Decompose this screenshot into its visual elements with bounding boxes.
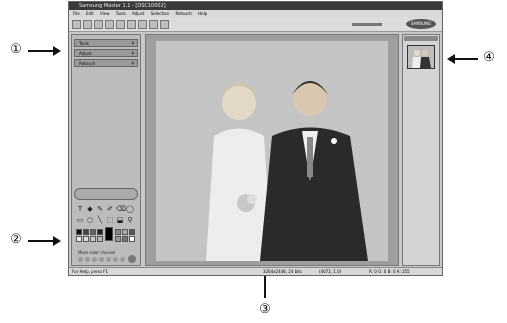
lasso-tool-icon[interactable]: ◯ <box>126 205 134 213</box>
text-tool-icon[interactable]: T <box>76 205 84 213</box>
rect-tool-icon[interactable]: ▭ <box>76 216 84 224</box>
callout-2: ② <box>10 232 22 247</box>
color-swatch[interactable] <box>76 236 82 242</box>
stamp-tool-icon[interactable]: ⚲ <box>126 216 134 224</box>
brush-tool-icon[interactable]: ✎ <box>96 205 104 213</box>
status-pixel-info: R: 0 G: 0 B: 0 A: 255 <box>369 269 410 274</box>
callout-3: ③ <box>259 302 271 317</box>
status-coords: (4072, 1.0) <box>319 269 342 274</box>
ellipse-tool-icon[interactable]: ○ <box>86 216 94 224</box>
copy-icon[interactable] <box>116 20 125 29</box>
more-colors-link[interactable]: More color choices <box>78 250 115 255</box>
brush-size[interactable] <box>78 257 83 262</box>
brush-size[interactable] <box>99 257 104 262</box>
menu-retouch[interactable]: Retouch <box>175 11 191 16</box>
paste-icon[interactable] <box>127 20 136 29</box>
new-icon[interactable] <box>72 20 81 29</box>
line-tool-icon[interactable]: ╲ <box>96 216 104 224</box>
chevron-down-icon: ¥ <box>131 51 134 56</box>
color-swatch[interactable] <box>129 229 135 235</box>
color-swatch[interactable] <box>115 229 121 235</box>
menu-bar: File Edit View Tools Adjust Selection Re… <box>69 10 442 17</box>
color-swatch[interactable] <box>115 236 121 242</box>
color-swatch[interactable] <box>122 229 128 235</box>
section-retouch[interactable]: Retouch ¥ <box>74 59 138 67</box>
pencil-tool-icon[interactable]: ✐ <box>106 205 114 213</box>
color-swatch[interactable] <box>83 236 89 242</box>
window-title: Samsung Master 1.1 - [DSC10002] <box>79 3 166 9</box>
fill-tool-icon[interactable]: ◆ <box>86 205 94 213</box>
current-color[interactable] <box>105 227 113 241</box>
status-dimensions: 3264x2448, 24 bits <box>263 269 302 274</box>
app-window: Samsung Master 1.1 - [DSC10002] File Edi… <box>68 1 443 276</box>
menu-adjust[interactable]: Adjust <box>132 11 145 16</box>
color-swatch[interactable] <box>83 229 89 235</box>
brush-size[interactable] <box>113 257 118 262</box>
callout-1-arrow <box>28 46 61 56</box>
brush-size[interactable] <box>120 257 125 262</box>
menu-selection[interactable]: Selection <box>151 11 169 16</box>
menu-tools[interactable]: Tools <box>116 11 126 16</box>
color-swatch[interactable] <box>90 236 96 242</box>
color-swatch[interactable] <box>97 236 103 242</box>
color-swatch[interactable] <box>97 229 103 235</box>
view-mode-bar[interactable] <box>74 188 138 200</box>
color-swatch[interactable] <box>76 229 82 235</box>
brush-size[interactable] <box>92 257 97 262</box>
section-tools[interactable]: Tools ¥ <box>74 39 138 47</box>
wedding-photo <box>156 41 388 261</box>
image-canvas[interactable] <box>145 34 399 266</box>
menu-help[interactable]: Help <box>198 11 207 16</box>
status-help: For Help, press F1 <box>72 269 109 274</box>
samsung-logo: SAMSUNG <box>406 19 436 29</box>
callout-2-arrow <box>28 236 61 246</box>
eraser-tool-icon[interactable]: ⌫ <box>116 205 126 213</box>
select-tool-icon[interactable]: ⬚ <box>106 216 114 224</box>
menu-view[interactable]: View <box>100 11 110 16</box>
save-icon[interactable] <box>94 20 103 29</box>
brush-size[interactable] <box>85 257 90 262</box>
crop-tool-icon[interactable]: ⬓ <box>116 216 124 224</box>
menu-edit[interactable]: Edit <box>86 11 94 16</box>
redo-icon[interactable] <box>149 20 158 29</box>
zoom-slider[interactable] <box>352 23 382 26</box>
status-bar: For Help, press F1 3264x2448, 24 bits (4… <box>69 267 442 275</box>
chevron-down-icon: ¥ <box>131 41 134 46</box>
left-panel: Tools ¥ Adjust ¥ Retouch ¥ T ◆ ✎ ✐ ⌫ ◯ ▭ ○ … <box>71 34 141 266</box>
thumbnail-panel <box>402 34 440 266</box>
callout-4: ④ <box>483 50 495 65</box>
title-bar: Samsung Master 1.1 - [DSC10002] <box>69 2 442 10</box>
thumbnail-photo <box>408 46 434 68</box>
thumbnail-panel-header <box>404 36 438 41</box>
color-swatch[interactable] <box>129 236 135 242</box>
open-icon[interactable] <box>83 20 92 29</box>
toolbar: SAMSUNG <box>69 17 442 32</box>
brush-size[interactable] <box>128 255 136 263</box>
color-swatch[interactable] <box>90 229 96 235</box>
undo-icon[interactable] <box>138 20 147 29</box>
color-swatch[interactable] <box>122 236 128 242</box>
callout-4-arrow <box>447 54 478 64</box>
chevron-down-icon: ¥ <box>131 61 134 66</box>
menu-file[interactable]: File <box>73 11 80 16</box>
print-icon[interactable] <box>105 20 114 29</box>
image-thumbnail[interactable] <box>407 45 435 69</box>
brush-size[interactable] <box>106 257 111 262</box>
callout-1: ① <box>10 42 22 57</box>
home-icon[interactable] <box>160 20 169 29</box>
section-adjust[interactable]: Adjust ¥ <box>74 49 138 57</box>
